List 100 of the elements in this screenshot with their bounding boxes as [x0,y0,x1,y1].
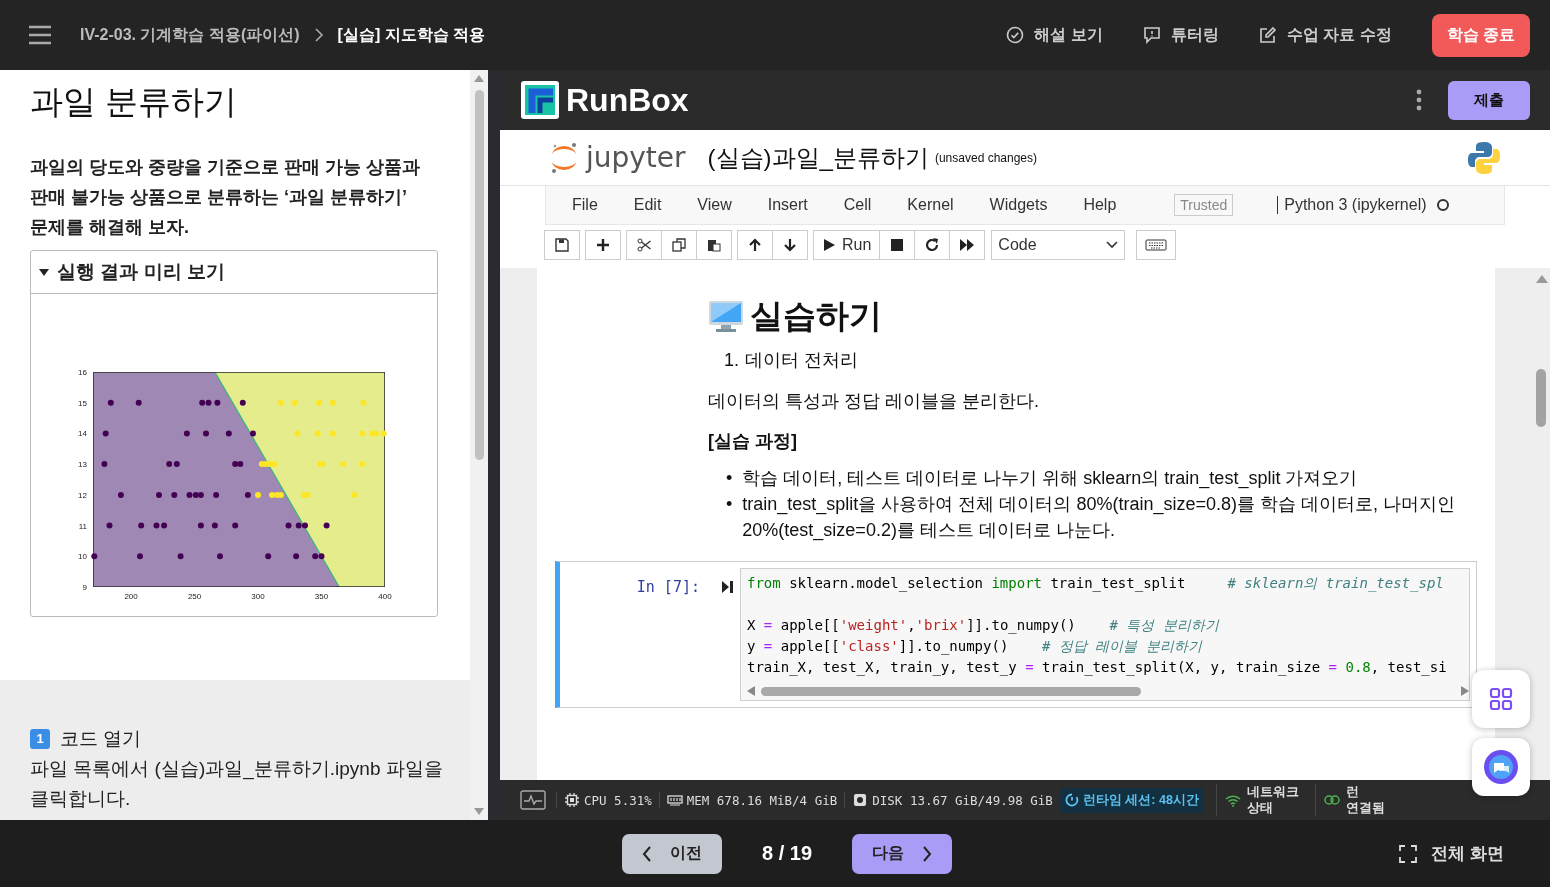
apps-grid-button[interactable] [1472,670,1530,728]
scissors-icon [637,238,651,252]
scatter-point [232,522,239,529]
notebook-name[interactable]: (실습)과일_분류하기 [707,141,929,174]
more-options-icon[interactable] [1416,89,1422,111]
code-editor[interactable] [740,568,1470,701]
kernel-name[interactable]: Python 3 (ipykernel) [1277,196,1427,214]
keyboard-icon [1145,238,1168,252]
scatter-point [217,553,223,560]
bullet-marker: • [726,493,733,516]
scatter-point [171,491,178,498]
scatter-point [102,430,109,437]
tick-label: 400 [378,592,392,601]
scatter-point [293,553,300,560]
menu-item[interactable]: Insert [749,196,826,214]
fast-forward-button[interactable] [949,230,986,260]
cut-button[interactable] [626,230,662,260]
breadcrumb-link[interactable]: IV-2-03. 기계학습 적용(파이선) [80,24,300,46]
scatter-point [137,553,143,560]
toolbar-button[interactable]: 수업 자료 수정 [1258,24,1392,46]
scatter-point [177,553,184,560]
tick-label: 14 [78,429,87,439]
code-cell[interactable] [555,561,1477,708]
scatter-point [277,399,284,406]
preview-toggle[interactable]: 실행 결과 미리 보기 [31,251,437,294]
activity-monitor-icon[interactable] [520,790,546,810]
toolbar-button[interactable]: 튜터링 [1142,24,1219,46]
scatter-point [360,399,367,406]
step-title: 코드 열기 [60,727,142,751]
kernel-status-icon [1436,199,1449,211]
scroll-left-icon[interactable] [747,686,755,696]
submit-button[interactable]: 제출 [1448,80,1530,120]
scatter-point [329,430,336,437]
save-button[interactable] [544,230,580,260]
copy-icon [672,238,686,252]
chevron-right-icon [313,28,324,42]
add-cell-button[interactable] [585,230,621,260]
resource-usage: MEM 678.16 MiB/4 GiB [658,792,845,808]
scatter-point [203,430,209,437]
python-logo-icon [1466,139,1502,176]
section-heading: 실습하기 [750,296,882,336]
tick-label: 16 [78,368,87,377]
timer-icon [1064,793,1079,807]
scrollbar-thumb[interactable] [761,686,1141,696]
fast-forward-icon [960,238,975,252]
scatter-point [117,491,124,498]
next-button[interactable]: 다음 [852,833,953,874]
edit-icon [1258,26,1277,44]
tick-label: 9 [82,583,87,592]
paste-button[interactable] [696,230,732,260]
scatter-point [291,399,298,406]
chat-button[interactable] [1472,738,1530,796]
menu-icon[interactable] [28,25,52,45]
run-button[interactable]: Run [813,230,881,260]
intro-text: 과일의 당도와 중량을 기준으로 판매 가능 상품과 판매 불가능 상품으로 분류하는 ‘과일 분류하기’ 문제를 해결해 보자. [30,156,421,239]
code-line: y = apple[['class']].to_numpy() # 정답 레이블 분리하기 [747,637,1202,657]
chat-bubbles-icon [1482,748,1520,786]
stop-button[interactable] [879,230,916,260]
run-cell-icon[interactable] [722,580,734,594]
fullscreen-button[interactable]: 전체 화면 [1393,841,1510,866]
menu-item[interactable]: File [554,196,616,214]
tick-label: 11 [78,521,87,531]
copy-button[interactable] [661,230,697,260]
keyboard-button[interactable] [1136,230,1177,260]
plus-icon [596,238,610,252]
menu-item[interactable]: Cell [825,196,890,214]
scatter-point [294,430,301,437]
bullet-item: train_test_split을 사용하여 전체 데이터의 80%(train_size=0.8)를 학습 데이터로, 나머지인 20%(test_size=0.2)를 테스트 데이터로 나눈다. [742,493,1456,543]
move-up-button[interactable] [737,230,773,260]
move-down-button[interactable] [772,230,808,260]
arrow-up-icon [748,238,762,252]
tick-label: 12 [78,490,87,500]
play-icon [822,238,836,252]
scatter-point [244,491,251,498]
menu-item[interactable]: View [679,196,750,214]
page-indicator: 8 / 19 [762,842,813,865]
chat-bubble-icon [1142,26,1161,44]
cpu-icon [564,792,580,808]
cell-type-dropdown[interactable]: Code [991,230,1126,260]
paragraph: 데이터의 특성과 정답 레이블을 분리한다. [708,390,1040,413]
tick-label: 200 [124,592,138,601]
scatter-point [351,491,358,498]
scroll-right-icon[interactable] [1461,686,1469,696]
scatter-point [239,399,246,406]
scatter-point [359,461,366,468]
scrollbar-thumb[interactable] [474,90,484,460]
menu-item[interactable]: Widgets [971,196,1066,214]
scrollbar-thumb[interactable] [1536,369,1546,427]
clipboard-icon [707,238,721,252]
menu-item[interactable]: Help [1065,196,1135,214]
scrollbar[interactable] [470,70,488,820]
restart-button[interactable] [914,230,951,260]
tick-label: 15 [78,398,87,408]
menu-item[interactable]: Kernel [889,196,972,214]
tick-label: 250 [187,592,202,601]
scatter-point [285,522,292,529]
previous-button[interactable]: 이전 [622,833,722,874]
wifi-icon [1224,793,1241,807]
toolbar-button[interactable]: 해설 보기 [1006,24,1103,46]
menu-item[interactable]: Edit [615,196,680,214]
